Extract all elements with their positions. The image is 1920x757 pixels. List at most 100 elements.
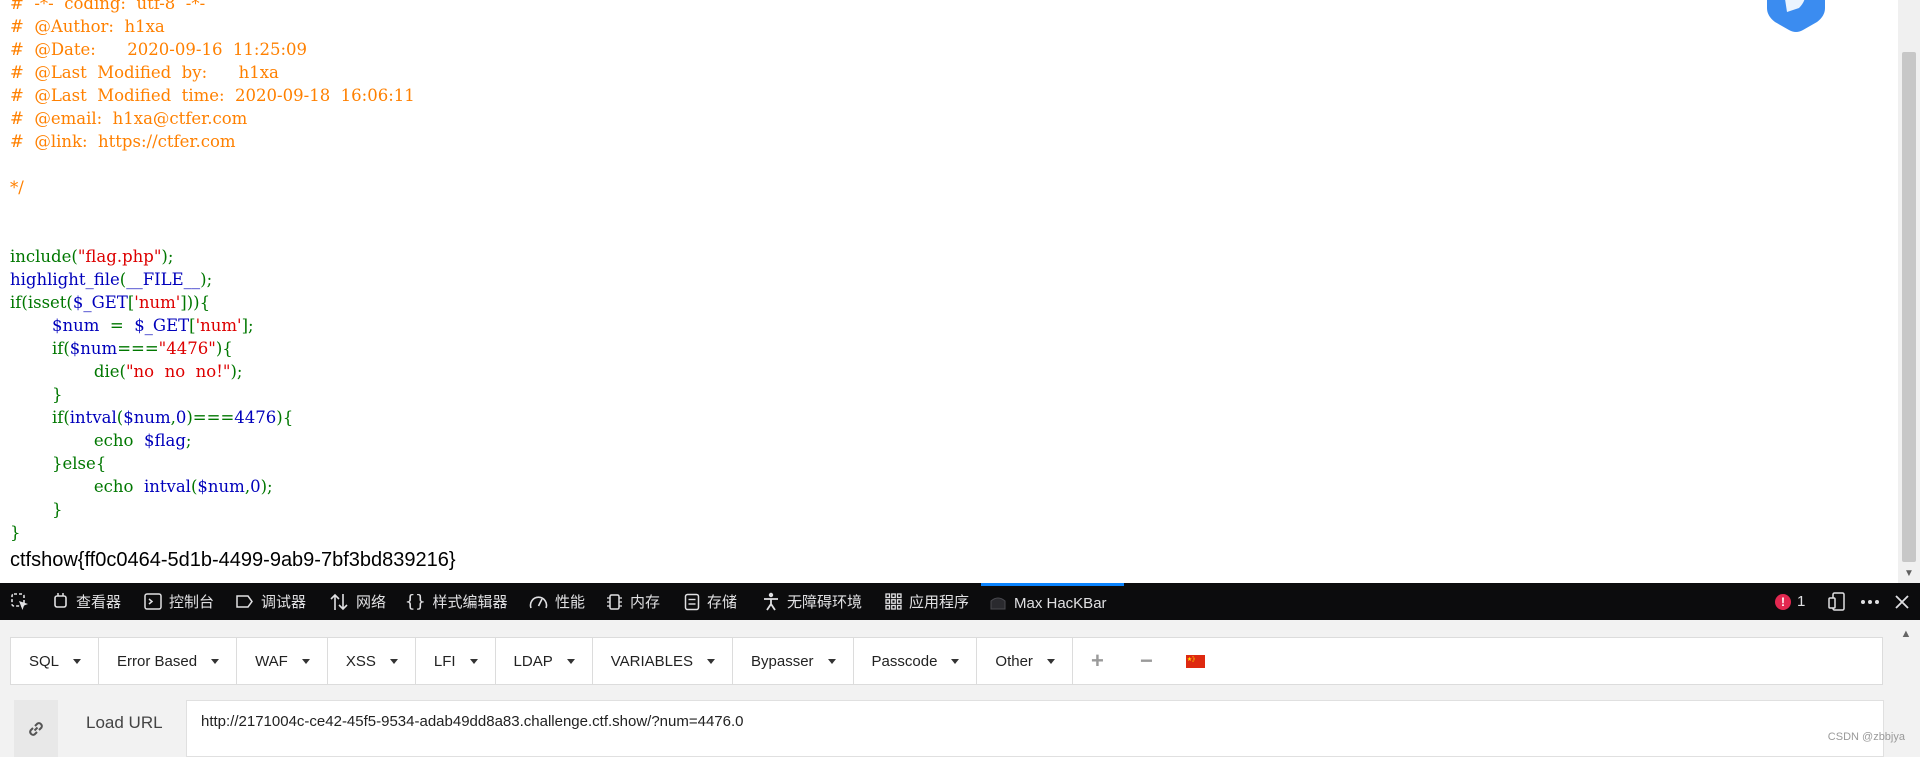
code-token: # @email: h1xa@ctfer.com [10, 109, 248, 128]
performance-icon [529, 596, 548, 609]
responsive-design-icon [1828, 591, 1845, 611]
element-picker-icon [11, 592, 28, 610]
increase-button[interactable]: + [1073, 638, 1122, 684]
tab-application-label: 应用程序 [909, 594, 970, 611]
code-token: $num [197, 477, 245, 496]
code-line: $num = $_GET['num']; [10, 314, 415, 337]
load-url-button[interactable] [14, 700, 58, 757]
tab-storage-label: 存储 [707, 594, 738, 611]
caret-down-icon [566, 658, 575, 664]
code-line: echo intval($num,0); [10, 475, 415, 498]
code-token: 4476 [234, 408, 277, 427]
menu-xss-label: XSS [345, 652, 376, 670]
menu-bypasser-label: Bypasser [751, 652, 814, 670]
tab-memory-label: 内存 [630, 594, 661, 611]
element-picker-button[interactable] [10, 583, 37, 620]
menu-xss[interactable]: XSS [328, 638, 416, 684]
code-line: # @email: h1xa@ctfer.com [10, 107, 415, 130]
tab-application[interactable]: 应用程序 [885, 583, 969, 620]
tab-network-label: 网络 [356, 594, 387, 611]
code-token: if( [10, 339, 70, 358]
code-token: include( [10, 247, 78, 266]
scroll-down-arrow-icon[interactable]: ▼ [1902, 568, 1916, 580]
menu-sql[interactable]: SQL [11, 638, 100, 684]
tab-debugger[interactable]: 调试器 [235, 583, 306, 620]
code-token: # -*- coding: utf-8 -*- [10, 0, 206, 13]
code-line: */ [10, 176, 415, 199]
code-token: intval [143, 477, 191, 496]
caret-down-icon [389, 658, 398, 664]
menu-sql-label: SQL [29, 652, 60, 670]
tab-console[interactable]: 控制台 [144, 583, 214, 620]
code-line: # @Last Modified time: 2020-09-18 16:06:… [10, 84, 415, 107]
code-token: # @link: https://ctfer.com [10, 132, 236, 151]
console-icon [144, 593, 162, 610]
code-token: $num [51, 316, 110, 335]
menu-ldap[interactable]: LDAP [496, 638, 593, 684]
load-url-row: Load URL http://2171004c-ce42-45f5-9534-… [14, 700, 1884, 757]
language-button[interactable] [1171, 638, 1220, 684]
panel-scroll-up-arrow-icon[interactable]: ▲ [1898, 628, 1914, 640]
code-line: highlight_file(__FILE__); [10, 268, 415, 291]
code-token: 'num' [134, 293, 181, 312]
code-line: # @link: https://ctfer.com [10, 130, 415, 153]
tab-console-label: 控制台 [169, 594, 215, 611]
tab-performance[interactable]: 性能 [529, 583, 585, 620]
code-line: } [10, 498, 415, 521]
menu-variables[interactable]: VARIABLES [593, 638, 733, 684]
page-scrollbar[interactable]: ▼ [1898, 0, 1920, 583]
tab-storage[interactable]: 存储 [684, 583, 737, 620]
load-url-label[interactable]: Load URL [86, 713, 163, 733]
code-token: ; [185, 431, 192, 450]
menu-waf[interactable]: WAF [237, 638, 328, 684]
code-line: if($num==="4476"){ [10, 337, 415, 360]
responsive-design-button[interactable] [1828, 583, 1853, 620]
php-source-code: # -*- coding: utf-8 -*- # @Author: h1xa # … [10, 0, 415, 544]
menu-error-based[interactable]: Error Based [99, 638, 238, 684]
code-line: }else{ [10, 452, 415, 475]
caret-down-icon [707, 658, 715, 664]
tab-max-hackbar[interactable]: Max HacKBar [981, 583, 1124, 620]
application-icon [885, 593, 902, 610]
code-token: } [10, 500, 63, 519]
tab-style-editor-label: 样式编辑器 [432, 594, 508, 611]
code-line: } [10, 383, 415, 406]
tab-accessibility-label: 无障碍环境 [787, 594, 863, 611]
tab-inspector[interactable]: 查看器 [52, 583, 121, 620]
menu-other[interactable]: Other [977, 638, 1073, 684]
url-input[interactable]: http://2171004c-ce42-45f5-9534-adab49dd8… [186, 700, 1884, 757]
code-token: ); [161, 247, 174, 266]
code-token: echo [10, 431, 144, 450]
logo-badge [1763, 0, 1829, 32]
tab-performance-label: 性能 [555, 594, 586, 611]
error-count-badge[interactable]: ! 1 [1775, 583, 1805, 620]
code-token: if(isset( [10, 293, 73, 312]
code-token: $num [123, 408, 171, 427]
tab-network[interactable]: 网络 [329, 583, 386, 620]
tab-accessibility[interactable]: 无障碍环境 [762, 583, 862, 620]
more-options-button[interactable] [1860, 583, 1887, 620]
menu-waf-label: WAF [255, 652, 288, 670]
menu-lfi[interactable]: LFI [416, 638, 496, 684]
code-line: # @Author: h1xa [10, 15, 415, 38]
menu-lfi-label: LFI [433, 652, 456, 670]
caret-down-icon [827, 658, 836, 664]
code-token: "flag.php" [77, 247, 162, 266]
code-token: die( [10, 362, 126, 381]
hackbar-menu-bar: SQL Error Based WAF XSS LFI LDAP VARIABL… [10, 637, 1883, 685]
menu-ldap-label: LDAP [513, 652, 553, 670]
close-devtools-button[interactable] [1895, 583, 1916, 620]
page-scrollbar-thumb[interactable] [1902, 52, 1916, 562]
menu-passcode[interactable]: Passcode [854, 638, 978, 684]
tab-style-editor[interactable]: {} 样式编辑器 [405, 583, 508, 620]
close-icon [1895, 594, 1909, 609]
decrease-button[interactable]: − [1122, 638, 1171, 684]
code-token: 0 [250, 477, 261, 496]
code-token: } [10, 385, 63, 404]
menu-error-based-label: Error Based [117, 652, 198, 670]
tab-memory[interactable]: 内存 [606, 583, 660, 620]
code-token: if( [10, 408, 70, 427]
code-token: # @Author: h1xa [10, 17, 165, 36]
menu-bypasser[interactable]: Bypasser [733, 638, 854, 684]
